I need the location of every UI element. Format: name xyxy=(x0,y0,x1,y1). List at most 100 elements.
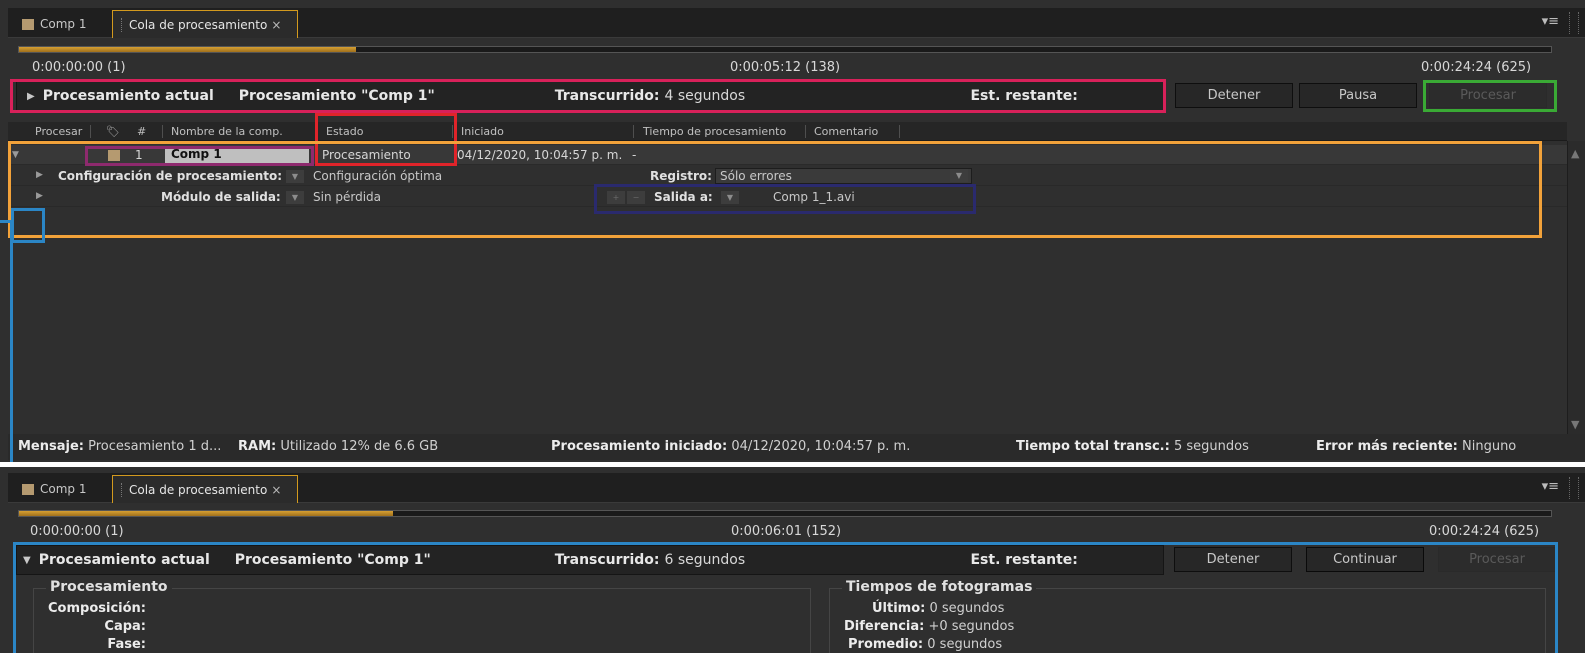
remove-output-icon[interactable]: − xyxy=(627,191,645,204)
output-to-value[interactable]: Comp 1_1.avi xyxy=(773,190,855,204)
panel-menu-icon[interactable]: ▾≡ xyxy=(1542,479,1559,494)
column-separator xyxy=(452,125,453,138)
twirl-down-icon[interactable]: ▼ xyxy=(23,555,31,566)
stop-button[interactable]: Detener xyxy=(1175,83,1293,108)
tab-label: Comp 1 xyxy=(40,17,87,31)
render-queue-panel-paused: Comp 1 Cola de procesamiento × ▾≡ 0:00:0… xyxy=(0,467,1585,653)
highlight-connector-line xyxy=(0,220,14,223)
column-separator xyxy=(805,125,806,138)
close-icon[interactable]: × xyxy=(271,18,281,32)
total-elapsed-label: Tiempo total transc.: xyxy=(1016,439,1170,454)
chevron-down-icon[interactable]: ▼ xyxy=(950,169,968,182)
column-separator xyxy=(317,125,318,138)
column-separator xyxy=(899,125,900,138)
label-tag-icon[interactable]: 🏷 xyxy=(106,125,120,138)
close-icon[interactable]: × xyxy=(271,483,281,497)
chevron-down-icon[interactable]: ▼ xyxy=(286,170,304,183)
output-module-row: ▶ Módulo de salida: ▼ Sin pérdida + − Sa… xyxy=(8,187,1567,207)
current-render-label: Procesamiento actual xyxy=(38,552,210,568)
render-queue-panel-rendering: Comp 1 Cola de procesamiento × ▾≡ 0:00:0… xyxy=(0,0,1585,462)
panel-grip-icon[interactable] xyxy=(1569,12,1579,34)
total-elapsed-value: 5 segundos xyxy=(1173,439,1249,454)
column-render[interactable]: Procesar xyxy=(35,125,82,138)
tab-render-queue[interactable]: Cola de procesamiento × xyxy=(112,10,298,38)
twirl-right-icon[interactable]: ▶ xyxy=(27,91,35,102)
last-error-label: Error más reciente: xyxy=(1316,439,1458,454)
chevron-down-icon[interactable]: ▼ xyxy=(286,191,304,204)
elapsed-value: 6 segundos xyxy=(664,552,746,568)
tab-grip-icon[interactable] xyxy=(121,17,123,32)
add-output-icon[interactable]: + xyxy=(607,191,625,204)
queue-item-row[interactable]: ▼ 1 Comp 1 Procesamiento 04/12/2020, 10:… xyxy=(8,145,1567,165)
elapsed-label: Transcurrido: xyxy=(554,552,660,568)
time-start: 0:00:00:00 (1) xyxy=(32,60,126,75)
scroll-down-icon[interactable]: ▼ xyxy=(1571,418,1579,431)
last-frame-time: Último: 0 segundos xyxy=(872,601,1004,616)
tab-comp-1[interactable]: Comp 1 xyxy=(14,475,108,503)
time-end: 0:00:24:24 (625) xyxy=(1421,60,1532,75)
average-frame-time: Promedio: 0 segundos xyxy=(848,637,1002,652)
scroll-up-icon[interactable]: ▲ xyxy=(1571,147,1579,160)
last-error-value: Ninguno xyxy=(1462,439,1517,454)
column-separator xyxy=(90,125,91,138)
elapsed-value: 4 segundos xyxy=(664,88,746,104)
time-end: 0:00:24:24 (625) xyxy=(1429,524,1540,539)
column-status[interactable]: Estado xyxy=(326,125,363,138)
composition-color-icon xyxy=(22,483,34,495)
panel-menu-icon[interactable]: ▾≡ xyxy=(1542,14,1559,29)
current-render-comp: Procesamiento "Comp 1" xyxy=(238,88,435,104)
render-settings-row: ▶ Configuración de procesamiento: ▼ Conf… xyxy=(8,166,1567,186)
label-color-icon[interactable] xyxy=(108,150,120,161)
render-progress-bar xyxy=(18,510,1552,517)
column-started[interactable]: Iniciado xyxy=(461,125,504,138)
continue-button[interactable]: Continuar xyxy=(1306,547,1424,572)
output-module-value[interactable]: Sin pérdida xyxy=(313,190,381,204)
twirl-down-icon[interactable]: ▼ xyxy=(12,150,19,160)
status-total-elapsed: Tiempo total transc.: 5 segundos xyxy=(1016,439,1249,454)
tab-label: Comp 1 xyxy=(40,482,87,496)
status-last-error: Error más reciente: Ninguno xyxy=(1316,439,1516,454)
panel-grip-icon[interactable] xyxy=(1569,477,1579,499)
panel-tab-bar: Comp 1 Cola de procesamiento × ▾≡ xyxy=(8,8,1585,38)
time-current: 0:00:05:12 (138) xyxy=(730,60,841,75)
phase-label: Fase: xyxy=(107,637,146,652)
current-render-label: Procesamiento actual xyxy=(42,88,214,104)
ram-label: RAM: xyxy=(238,439,277,454)
column-comment[interactable]: Comentario xyxy=(814,125,878,138)
item-number: 1 xyxy=(135,148,143,162)
message-value: Procesamiento 1 d... xyxy=(88,439,222,454)
twirl-right-icon[interactable]: ▶ xyxy=(36,170,43,180)
render-progress-fill xyxy=(19,511,393,516)
column-comp-name[interactable]: Nombre de la comp. xyxy=(171,125,283,138)
pause-button[interactable]: Pausa xyxy=(1299,83,1417,108)
column-number[interactable]: # xyxy=(137,125,146,138)
column-separator xyxy=(162,125,163,138)
item-comp-name[interactable]: Comp 1 xyxy=(165,147,309,163)
render-progress-fill xyxy=(19,47,357,52)
log-select[interactable]: Sólo errores xyxy=(715,168,972,184)
chevron-down-icon[interactable]: ▼ xyxy=(721,191,739,204)
diff-value: +0 segundos xyxy=(928,619,1015,634)
render-button[interactable]: Procesar xyxy=(1438,547,1556,572)
panel-tab-bar: Comp 1 Cola de procesamiento × ▾≡ xyxy=(8,473,1585,503)
tab-render-queue[interactable]: Cola de procesamiento × xyxy=(112,475,298,503)
item-started: 04/12/2020, 10:04:57 p. m. xyxy=(457,148,623,162)
tab-grip-icon[interactable] xyxy=(121,482,123,497)
frame-times-group: Tiempos de fotogramas Último: 0 segundos… xyxy=(829,579,1546,653)
queue-scrollbar[interactable]: ▲ ▼ xyxy=(1567,141,1585,437)
column-render-time[interactable]: Tiempo de procesamiento xyxy=(643,125,786,138)
stop-button[interactable]: Detener xyxy=(1174,547,1292,572)
current-render-bar: ▼ Procesamiento actual Procesamiento "Co… xyxy=(16,545,1164,575)
elapsed-label: Transcurrido: xyxy=(554,88,660,104)
render-button[interactable]: Procesar xyxy=(1429,83,1547,108)
highlight-connector-line xyxy=(0,223,13,462)
current-render-row: ▶ Procesamiento actual Procesamiento "Co… xyxy=(16,81,1569,111)
output-module-label: Módulo de salida: xyxy=(161,190,281,204)
frame-times-title: Tiempos de fotogramas xyxy=(842,579,1037,595)
render-info-group: Procesamiento Composición: Capa: Fase: xyxy=(33,579,811,653)
tab-comp-1[interactable]: Comp 1 xyxy=(14,10,108,38)
tab-label: Cola de procesamiento xyxy=(129,17,268,32)
remaining-label: Est. restante: xyxy=(970,552,1078,568)
render-settings-value[interactable]: Configuración óptima xyxy=(313,169,442,183)
twirl-right-icon[interactable]: ▶ xyxy=(36,191,43,201)
